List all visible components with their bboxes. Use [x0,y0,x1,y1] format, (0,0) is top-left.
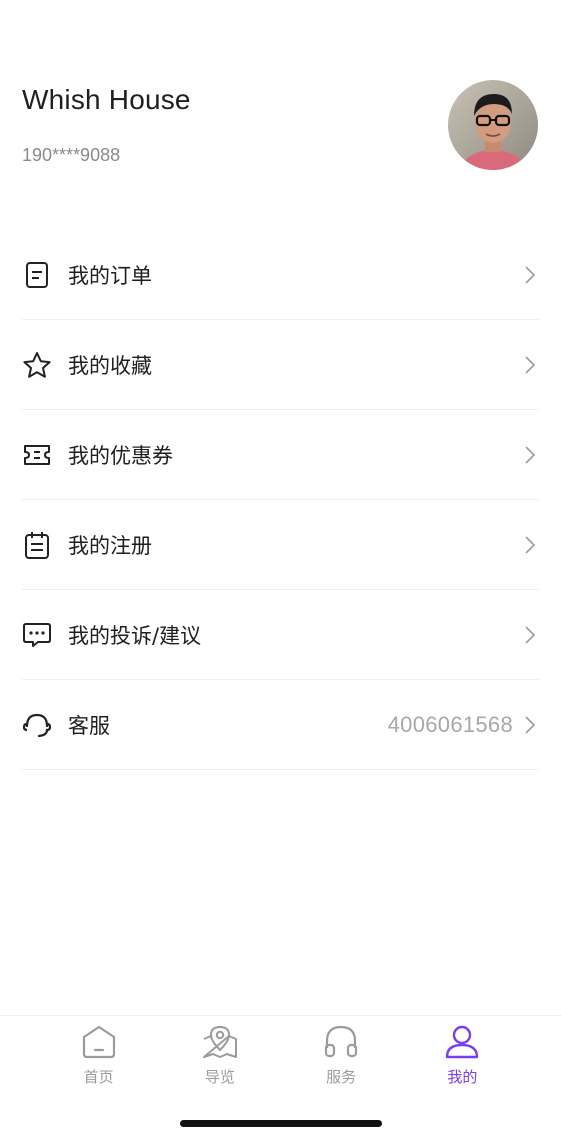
chevron-right-icon [525,445,539,465]
order-document-icon [22,260,52,290]
registration-clipboard-icon [22,530,52,560]
menu-item-label: 我的优惠券 [68,443,173,468]
avatar-photo [448,80,538,170]
tab-label: 首页 [83,1068,114,1086]
user-icon [442,1022,482,1062]
headset-icon [22,710,52,740]
headphones-icon [321,1022,361,1062]
menu-item-label: 我的投诉/建议 [68,623,202,648]
tab-home[interactable]: 首页 [59,1016,139,1095]
bottom-tab-bar: 首页 导览 服务 我的 [0,1015,561,1095]
tab-label: 服务 [326,1068,357,1086]
menu-item-label: 我的注册 [68,533,152,558]
menu-item-registration[interactable]: 我的注册 [22,500,539,590]
profile-header: Whish House 190****9088 [0,0,561,200]
tab-service[interactable]: 服务 [301,1016,381,1095]
profile-page: Whish House 190****9088 我的订单 我的收藏 我的优惠券 … [0,0,561,1140]
tab-label: 导览 [204,1068,235,1086]
menu-item-label: 客服 [68,713,110,738]
map-pin-icon [200,1022,240,1062]
menu-item-label: 我的订单 [68,263,152,288]
home-icon [79,1022,119,1062]
service-phone-number[interactable]: 4006061568 [388,712,513,738]
tab-label: 我的 [447,1068,478,1086]
tab-guide[interactable]: 导览 [180,1016,260,1095]
user-phone: 190****9088 [22,145,121,165]
user-name: Whish House [22,84,191,115]
menu-list: 我的订单 我的收藏 我的优惠券 我的注册 我的投诉/建议 客服 40060615… [22,230,539,770]
home-indicator[interactable] [180,1120,382,1127]
avatar[interactable] [448,80,538,170]
chevron-right-icon [525,265,539,285]
tab-mine[interactable]: 我的 [422,1016,502,1095]
chevron-right-icon [525,355,539,375]
star-icon [22,350,52,380]
chevron-right-icon [525,715,539,735]
menu-item-orders[interactable]: 我的订单 [22,230,539,320]
chat-bubble-icon [22,620,52,650]
chevron-right-icon [525,535,539,555]
coupon-icon [22,440,52,470]
menu-item-coupons[interactable]: 我的优惠券 [22,410,539,500]
menu-item-label: 我的收藏 [68,353,152,378]
chevron-right-icon [525,625,539,645]
menu-item-customer-service[interactable]: 客服 4006061568 [22,680,539,770]
menu-item-favorites[interactable]: 我的收藏 [22,320,539,410]
menu-item-feedback[interactable]: 我的投诉/建议 [22,590,539,680]
